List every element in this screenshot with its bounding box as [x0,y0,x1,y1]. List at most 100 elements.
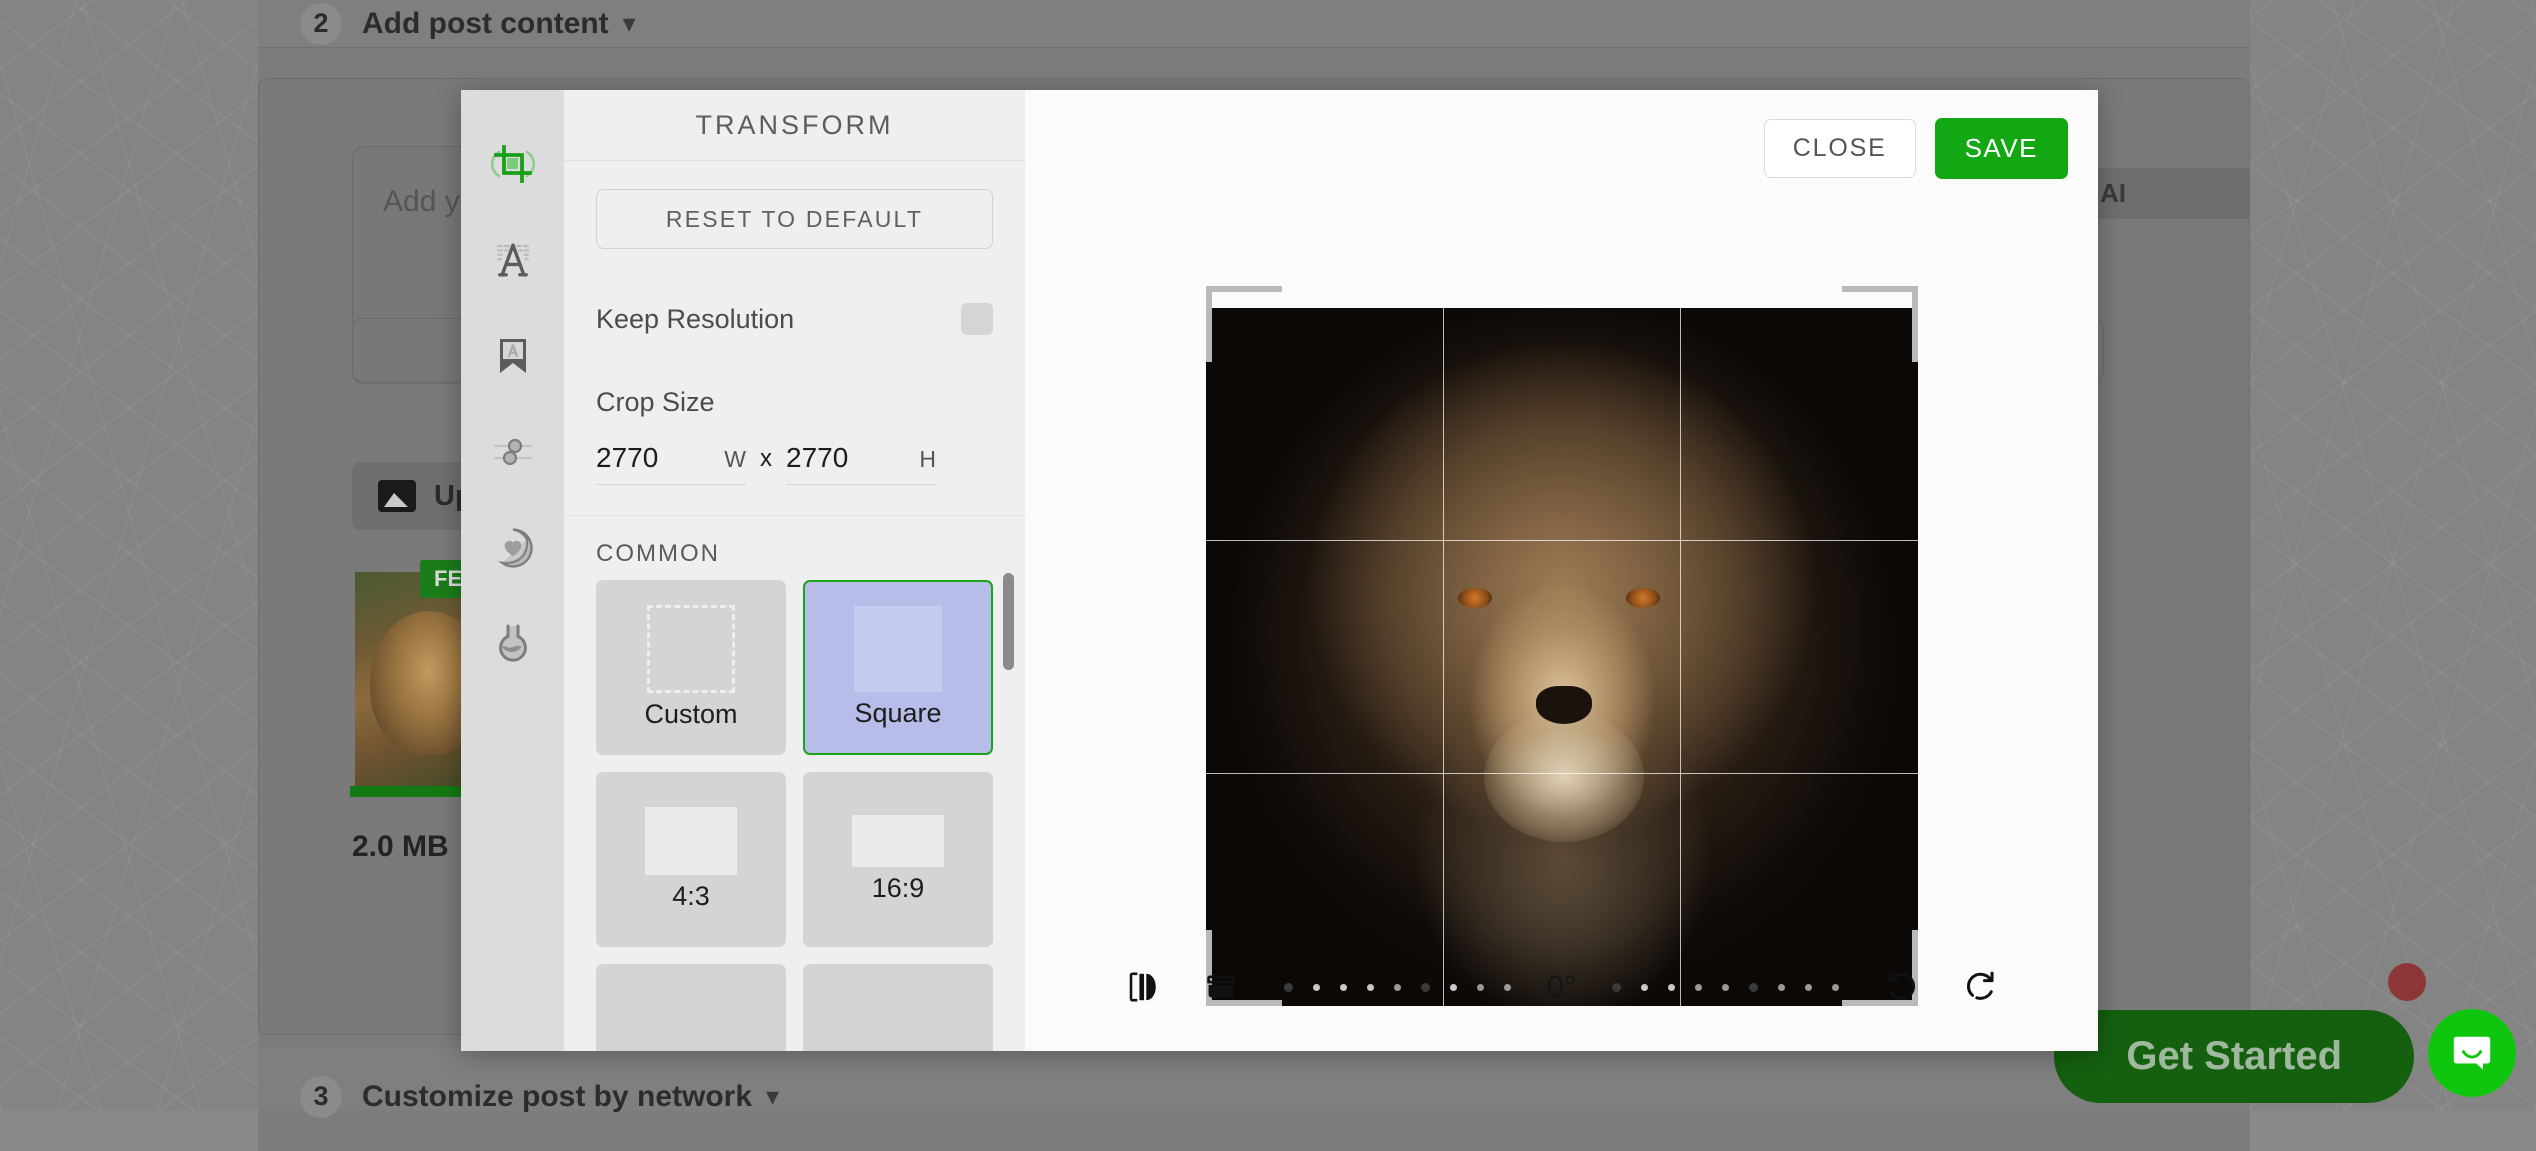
flip-vertical-icon [1203,969,1239,1005]
slider-dot [1722,984,1729,991]
transform-toolbar: 0° [1025,959,2098,1015]
slider-dot [1612,983,1621,992]
notification-dot [2388,963,2426,1001]
aspect-ratio-extra-2[interactable] [803,964,993,1051]
slider-dot [1477,984,1484,991]
crop-size-label: Crop Size [596,387,993,418]
text-tool-button[interactable] [461,212,564,308]
post-content-placeholder: Add y [383,185,460,219]
slider-dot [1778,984,1785,991]
photo-content [1206,308,1918,1006]
crop-stage[interactable] [1206,286,1918,1006]
slider-dot [1394,984,1401,991]
sliders-icon [489,428,537,476]
aspect-ratio-4-3[interactable]: 4:3 [596,772,786,947]
photo-detail [1626,588,1660,608]
step-2-header[interactable]: 2 Add post content ▾ [258,0,2250,48]
crop-width-field[interactable]: 2770 W [596,442,746,485]
chat-widget-button[interactable] [2428,1009,2516,1097]
keep-resolution-toggle[interactable] [961,303,993,335]
save-button[interactable]: SAVE [1935,118,2068,179]
panel-title: TRANSFORM [696,110,894,141]
close-button[interactable]: CLOSE [1764,119,1916,178]
slider-dot [1313,984,1320,991]
flip-horizontal-icon [1125,969,1161,1005]
keep-resolution-label: Keep Resolution [596,304,794,335]
chat-bubble-icon [2449,1030,2495,1076]
crop-width-value: 2770 [596,442,658,474]
flip-vertical-button[interactable] [1182,959,1260,1015]
chevron-down-icon[interactable]: ▾ [623,8,636,39]
aspect-ratio-custom[interactable]: Custom [596,580,786,755]
aspect-ratio-label: 4:3 [672,881,710,912]
aspect-ratio-label: Custom [644,699,737,730]
slider-dot [1504,984,1511,991]
crop-handle-top-right[interactable] [1842,286,1918,292]
slider-dot [1832,984,1839,991]
rotation-slider-right[interactable] [1602,983,1849,992]
step-2-number: 2 [300,3,342,45]
editor-tool-rail [461,90,564,1051]
common-section-label: COMMON [596,540,993,568]
crop-gridline-vertical [1443,308,1444,1006]
crop-height-unit: H [919,446,936,473]
slider-dot [1668,984,1675,991]
crop-size-row: 2770 W x 2770 H [596,442,993,485]
rotate-left-button[interactable] [1863,959,1941,1015]
bookmark-a-icon [489,332,537,380]
slider-dot [1695,984,1702,991]
rotate-right-button[interactable] [1941,959,2019,1015]
get-started-button[interactable]: Get Started [2054,1010,2414,1103]
slider-dot [1805,984,1812,991]
slider-dot [1749,983,1758,992]
slider-dot [1641,984,1648,991]
page-pattern-left [0,0,258,1111]
reset-to-default-button[interactable]: RESET TO DEFAULT [596,189,993,249]
step-2-title: Add post content [362,7,609,41]
flip-horizontal-button[interactable] [1104,959,1182,1015]
adjust-tool-button[interactable] [461,404,564,500]
aspect-ratio-label: 16:9 [872,873,925,904]
aspect-ratio-16-9[interactable]: 16:9 [803,772,993,947]
slider-dot [1450,984,1457,991]
crop-tool-button[interactable] [461,116,564,212]
crop-gridline-horizontal [1206,540,1918,541]
step-3-title: Customize post by network [362,1080,752,1114]
custom-ratio-icon [647,605,735,693]
crop-gridline-horizontal [1206,773,1918,774]
media-file-size: 2.0 MB [352,830,449,864]
sticker-heart-icon [489,524,537,572]
transform-panel-header: TRANSFORM [564,90,1025,161]
four-three-ratio-icon [645,807,737,875]
rotation-slider-left[interactable] [1274,983,1521,992]
crop-icon [489,140,537,188]
aspect-ratio-square[interactable]: Square [803,580,993,755]
square-ratio-icon [854,606,942,692]
transform-panel: TRANSFORM RESET TO DEFAULT Keep Resoluti… [564,90,1025,1051]
filter-tool-button[interactable] [461,596,564,692]
lion-portrait-photo[interactable] [1206,308,1918,1006]
slider-dot [1367,984,1374,991]
keep-resolution-row: Keep Resolution [596,303,993,335]
text-a-icon [489,236,537,284]
chevron-down-icon[interactable]: ▾ [766,1081,779,1112]
crop-width-unit: W [724,446,746,473]
aspect-ratio-label: Square [854,698,941,729]
crop-gridline-vertical [1680,308,1681,1006]
photo-detail [1484,712,1644,842]
panel-divider [564,515,1025,516]
slider-dot [1284,983,1293,992]
editor-action-buttons: CLOSE SAVE [1764,118,2068,179]
crop-height-field[interactable]: 2770 H [786,442,936,485]
watermark-tool-button[interactable] [461,308,564,404]
panel-scrollbar-thumb[interactable] [1003,573,1014,670]
image-editor-modal: TRANSFORM RESET TO DEFAULT Keep Resoluti… [461,90,2098,1051]
sticker-tool-button[interactable] [461,500,564,596]
rotate-right-icon [1961,968,1999,1006]
aspect-ratio-extra-1[interactable] [596,964,786,1051]
crop-handle-top-left[interactable] [1206,286,1282,292]
flask-icon [489,620,537,668]
aspect-ratio-grid: Custom Square 4:3 16:9 [596,580,993,1051]
crop-height-value: 2770 [786,442,848,474]
step-3-header[interactable]: 3 Customize post by network ▾ [258,1048,2250,1111]
